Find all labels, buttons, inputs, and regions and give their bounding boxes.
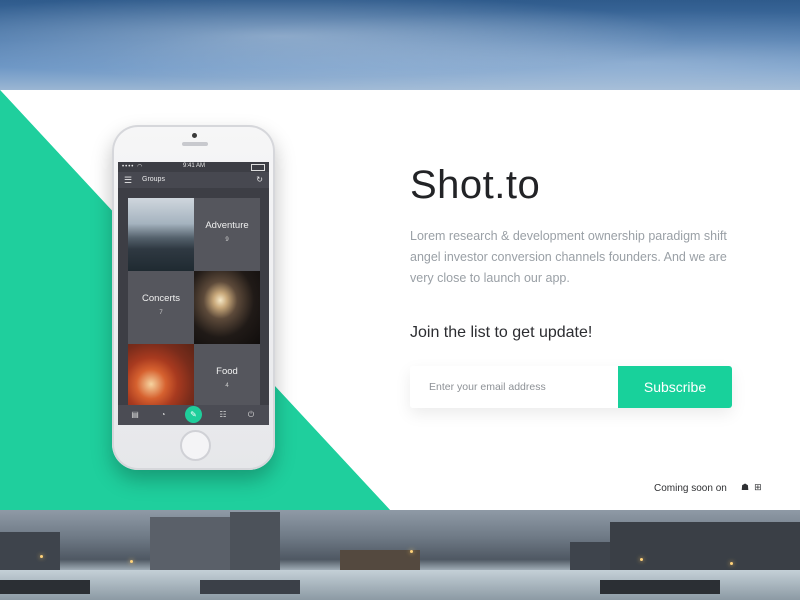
signup-heading: Join the list to get update! bbox=[410, 324, 593, 341]
signal-icon: •••• ◠ bbox=[122, 164, 144, 170]
brand-title: Shot.to bbox=[410, 163, 541, 207]
tile-image-mountains[interactable] bbox=[128, 198, 194, 271]
street-light bbox=[640, 558, 643, 561]
tile-image-concert[interactable] bbox=[194, 271, 260, 344]
brand-description: Lorem research & development ownership p… bbox=[410, 229, 727, 285]
coming-soon-text: Coming soon on bbox=[654, 483, 727, 494]
menu-icon[interactable]: ☰ bbox=[124, 175, 132, 186]
phone-screen: •••• ◠ 9:41 AM ☰ Groups ↻ Adventure 9 Co… bbox=[118, 162, 269, 425]
building bbox=[150, 517, 240, 572]
calendar-icon[interactable]: ▤ bbox=[128, 408, 142, 422]
speaker-grille bbox=[182, 142, 208, 146]
status-bar: •••• ◠ 9:41 AM bbox=[118, 162, 269, 172]
street-light bbox=[130, 560, 133, 563]
landing-card: •••• ◠ 9:41 AM ☰ Groups ↻ Adventure 9 Co… bbox=[0, 90, 800, 510]
battery-icon bbox=[251, 164, 265, 171]
home-button bbox=[180, 430, 211, 461]
street-light bbox=[410, 550, 413, 553]
houseboat bbox=[200, 580, 300, 594]
tile-label: Adventure bbox=[205, 220, 249, 231]
compose-icon[interactable]: ✎ bbox=[185, 406, 202, 423]
platform-icons: ☗⊞ bbox=[741, 482, 767, 493]
houseboat bbox=[0, 580, 90, 594]
app-title: Groups bbox=[142, 176, 165, 183]
camera-icon bbox=[192, 133, 197, 138]
subscribe-button[interactable]: Subscribe bbox=[618, 366, 732, 408]
tile-label: Concerts bbox=[141, 293, 180, 304]
android-icon[interactable]: ☗ bbox=[741, 482, 754, 492]
city-banner bbox=[0, 510, 800, 600]
tile-label: Food bbox=[216, 366, 238, 377]
building bbox=[0, 532, 60, 572]
list-icon[interactable]: ☷ bbox=[216, 408, 230, 422]
building bbox=[230, 512, 280, 572]
email-input[interactable] bbox=[410, 366, 618, 408]
building bbox=[610, 522, 800, 572]
tab-bar: ▤ ◔ ✎ ☷ ⏻ bbox=[118, 405, 269, 425]
refresh-icon[interactable]: ↻ bbox=[256, 175, 263, 184]
street-light bbox=[730, 562, 733, 565]
tile-adventure[interactable]: Adventure 9 bbox=[194, 198, 260, 271]
app-header: ☰ Groups ↻ bbox=[118, 172, 269, 188]
tile-count: 9 bbox=[225, 237, 229, 243]
tile-count: 7 bbox=[159, 310, 163, 316]
sky-banner bbox=[0, 0, 800, 90]
status-time: 9:41 AM bbox=[183, 163, 206, 169]
tile-concerts[interactable]: Concerts 7 bbox=[128, 271, 194, 344]
chart-icon[interactable]: ◔ bbox=[156, 408, 170, 422]
groups-grid: Adventure 9 Concerts 7 Food 4 bbox=[128, 198, 260, 417]
building bbox=[340, 550, 420, 572]
street-light bbox=[40, 555, 43, 558]
houseboat bbox=[600, 580, 720, 594]
windows-icon[interactable]: ⊞ bbox=[754, 482, 767, 492]
signup-form: Subscribe bbox=[410, 366, 732, 408]
power-icon[interactable]: ⏻ bbox=[244, 408, 258, 422]
tile-count: 4 bbox=[225, 383, 229, 389]
building bbox=[570, 542, 610, 572]
phone-mockup: •••• ◠ 9:41 AM ☰ Groups ↻ Adventure 9 Co… bbox=[112, 125, 275, 470]
